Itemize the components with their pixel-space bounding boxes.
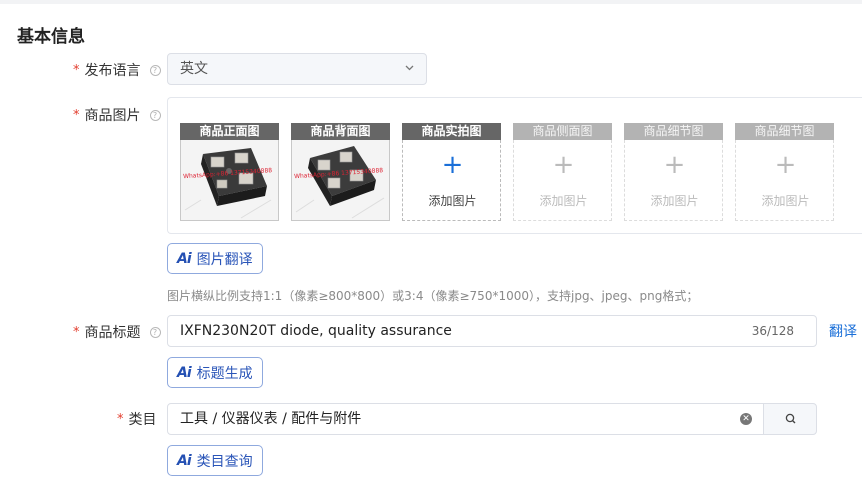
category-label-text: 类目 [128,412,157,428]
required-mark: * [73,324,80,340]
image-slot-front[interactable]: 商品正面图 WhatsApp:+86 13715340888 [180,123,279,221]
chevron-down-icon [405,54,414,84]
category-search-button[interactable] [763,403,817,435]
search-icon [785,413,796,424]
ai-icon: Ai [177,250,192,267]
image-upload-panel: 商品正面图 WhatsApp:+86 13715340888 商品背面图 Wha… [167,97,862,234]
product-photo-back[interactable]: WhatsApp:+86 13715340888 [291,140,390,221]
add-image-text: 添加图片 [650,194,699,208]
required-mark: * [73,62,80,78]
ai-icon: Ai [177,364,192,381]
help-icon[interactable]: ? [149,109,161,121]
image-slot-caption: 商品正面图 [180,123,279,140]
ai-icon: Ai [177,452,192,469]
add-image-area-disabled: + 添加图片 [624,140,723,221]
product-photo-image [292,140,389,220]
product-photo-image [181,140,278,220]
category-label: * 类目 [117,409,157,429]
category-value: 工具 / 仪器仪表 / 配件与附件 [180,411,362,427]
top-divider-bar [0,0,862,4]
add-image-text: 添加图片 [428,194,477,208]
image-slot-back[interactable]: 商品背面图 WhatsApp:+86 13715340888 [291,123,390,221]
help-icon[interactable]: ? [149,326,161,338]
image-slot-detail-1: 商品细节图 + 添加图片 [624,123,723,221]
plus-icon: + [552,150,575,180]
product-photo-front[interactable]: WhatsApp:+86 13715340888 [180,140,279,221]
title-generate-button[interactable]: Ai 标题生成 [167,357,263,388]
add-image-text: 添加图片 [761,194,810,208]
add-image-area[interactable]: + 添加图片 [402,140,501,221]
images-label-text: 商品图片 [84,108,141,124]
plus-icon: + [774,150,797,180]
product-title-label: * 商品标题 ? [73,322,161,342]
translate-link[interactable]: 翻译 [829,321,857,341]
required-mark: * [73,107,80,123]
image-slot-detail-2: 商品细节图 + 添加图片 [735,123,834,221]
image-slot-caption: 商品细节图 [735,123,834,140]
image-slot-caption: 商品背面图 [291,123,390,140]
product-title-label-text: 商品标题 [84,325,141,341]
plus-icon: + [441,150,464,180]
image-translate-label: 图片翻译 [196,251,253,268]
product-title-input[interactable]: IXFN230N20T diode, quality assurance 36/… [167,315,817,347]
product-title-value: IXFN230N20T diode, quality assurance [180,323,452,339]
image-slot-real-shot[interactable]: 商品实拍图 + 添加图片 [402,123,501,221]
language-select-value: 英文 [180,61,208,77]
language-label-text: 发布语言 [84,63,141,79]
add-image-text: 添加图片 [539,194,588,208]
add-image-area-disabled: + 添加图片 [513,140,612,221]
language-label: * 发布语言 ? [73,60,161,80]
required-mark: * [117,411,124,427]
title-generate-label: 标题生成 [196,365,253,382]
image-slot-caption: 商品细节图 [624,123,723,140]
character-counter: 36/128 [751,324,794,338]
category-query-label: 类目查询 [196,453,253,470]
image-format-hint: 图片横纵比例支持1:1（像素≥800*800）或3:4（像素≥750*1000）… [167,289,699,303]
images-label: * 商品图片 ? [73,105,161,125]
image-slot-side: 商品侧面图 + 添加图片 [513,123,612,221]
help-icon[interactable]: ? [149,64,161,76]
image-slot-caption: 商品实拍图 [402,123,501,140]
section-title: 基本信息 [17,27,85,47]
plus-icon: + [663,150,686,180]
add-image-area-disabled: + 添加图片 [735,140,834,221]
language-select[interactable]: 英文 [167,53,427,85]
clear-icon[interactable]: ✕ [740,413,752,425]
image-translate-button[interactable]: Ai 图片翻译 [167,243,263,274]
category-input[interactable]: 工具 / 仪器仪表 / 配件与附件 ✕ [167,403,764,435]
image-slot-caption: 商品侧面图 [513,123,612,140]
category-query-button[interactable]: Ai 类目查询 [167,445,263,476]
